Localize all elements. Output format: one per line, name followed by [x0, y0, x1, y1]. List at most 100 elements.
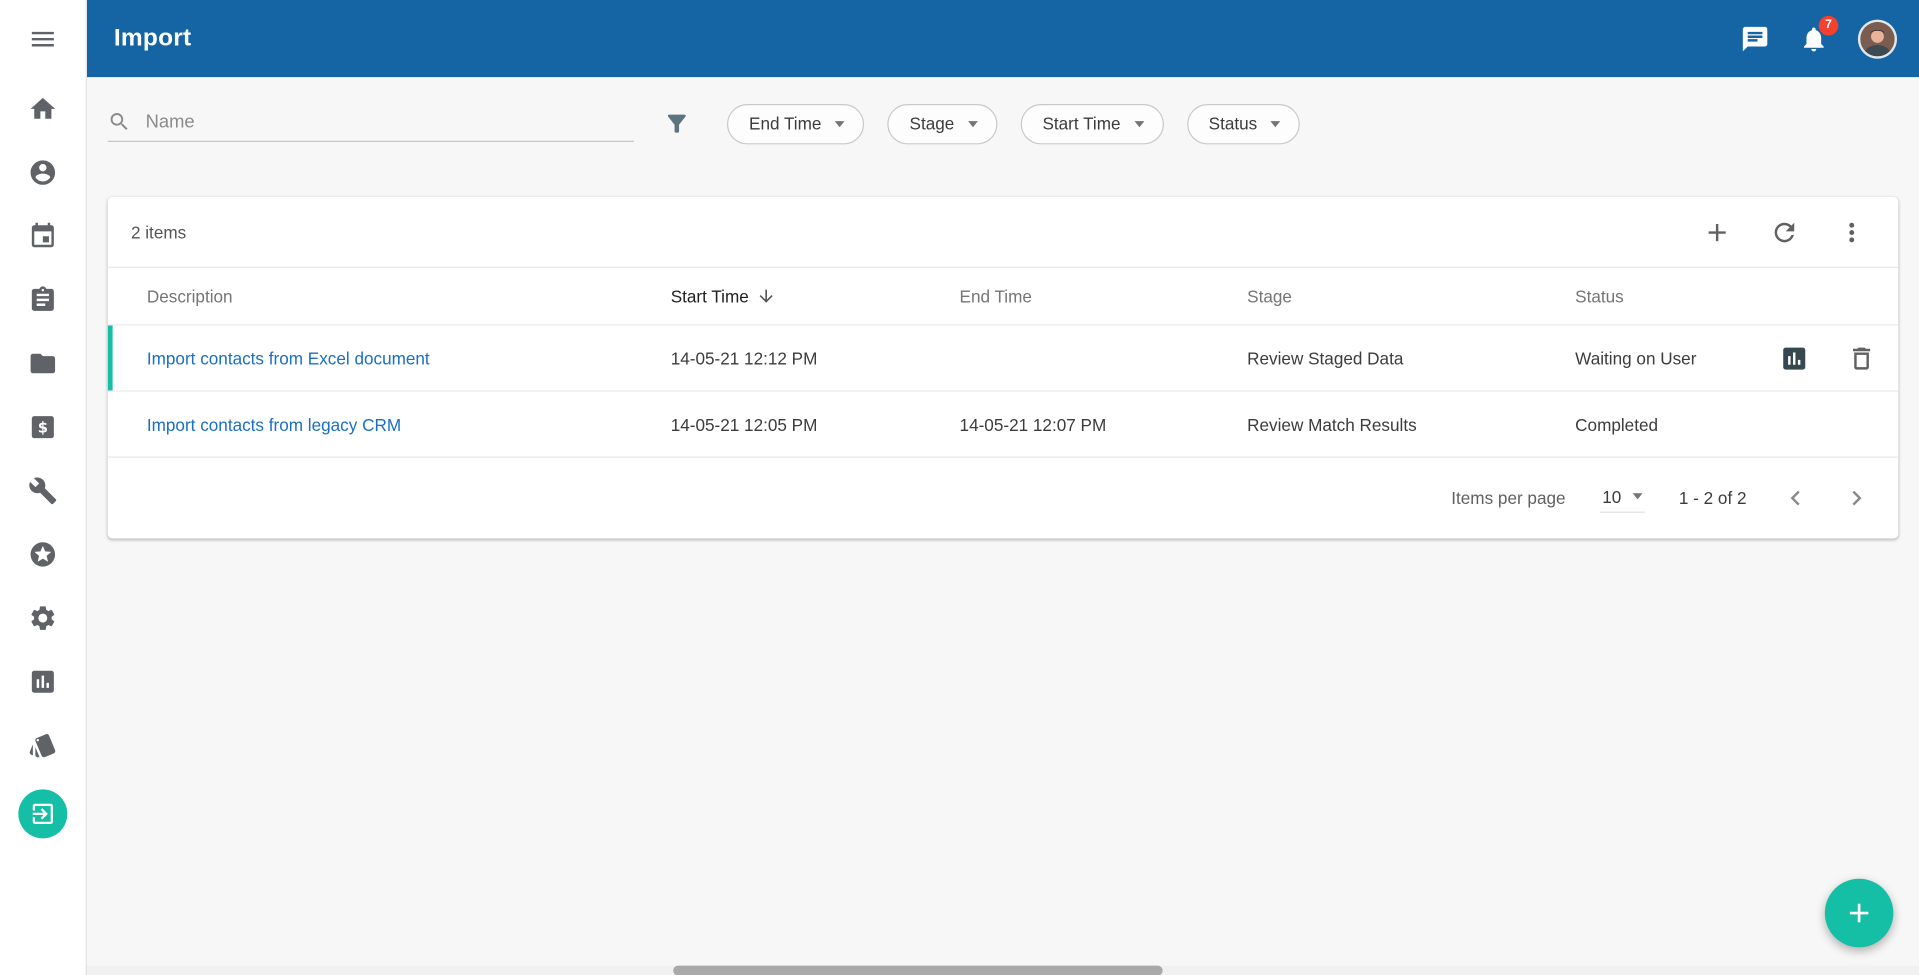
sidebar-item-payments[interactable]: $ [0, 395, 86, 459]
avatar-image [1860, 21, 1894, 55]
main-area: Import 7 [87, 0, 1919, 975]
next-page-button[interactable] [1842, 483, 1871, 512]
card-toolbar: 2 items [108, 197, 1899, 267]
plus-icon [1843, 897, 1875, 929]
chevron-down-icon [835, 121, 845, 127]
pagination-nav [1781, 483, 1872, 512]
search-icon [108, 110, 131, 133]
more-options-button[interactable] [1837, 217, 1866, 246]
app-window: $ Im [0, 0, 1919, 975]
refresh-icon [1770, 217, 1799, 246]
table-row[interactable]: Import contacts from legacy CRM 14-05-21… [108, 392, 1899, 458]
items-count: 2 items [131, 222, 186, 242]
sidebar-item-settings[interactable] [0, 586, 86, 650]
tasks-icon [28, 285, 57, 314]
chevron-down-icon [1134, 121, 1144, 127]
wrench-icon [28, 476, 57, 505]
filter-chips: End Time Stage Start Time Status [727, 103, 1300, 143]
chat-button[interactable] [1740, 24, 1769, 53]
toolbar-actions [1702, 217, 1866, 246]
chat-icon [1740, 24, 1769, 53]
pagination-range: 1 - 2 of 2 [1679, 488, 1747, 508]
gear-icon [28, 603, 57, 632]
folder-icon [28, 349, 57, 378]
row-description-link[interactable]: Import contacts from legacy CRM [147, 414, 671, 434]
sidebar-item-tasks[interactable] [0, 268, 86, 332]
page-size-value: 10 [1602, 487, 1621, 507]
sidebar-item-reports[interactable] [0, 650, 86, 714]
menu-button[interactable] [0, 0, 86, 77]
tags-icon [28, 731, 57, 760]
kebab-icon [1837, 217, 1866, 246]
table-row[interactable]: Import contacts from Excel document 14-0… [108, 326, 1899, 392]
column-header-end-time[interactable]: End Time [960, 286, 1248, 306]
row-status: Waiting on User [1575, 348, 1754, 368]
notifications-button[interactable]: 7 [1799, 24, 1828, 53]
selected-row-accent [108, 326, 113, 391]
chevron-down-icon [1271, 121, 1281, 127]
chart-icon [1780, 343, 1809, 372]
search-input[interactable] [143, 110, 634, 133]
column-label: Start Time [671, 286, 749, 306]
sidebar-item-tools[interactable] [0, 459, 86, 523]
sidebar-item-documents[interactable] [0, 332, 86, 396]
horizontal-scrollbar [0, 966, 1919, 975]
sidebar-item-tags[interactable] [0, 714, 86, 778]
chip-label: Stage [910, 114, 955, 134]
sidebar-item-home[interactable] [0, 77, 86, 141]
bar-chart-icon [28, 667, 57, 696]
items-per-page-label: Items per page [1451, 488, 1565, 508]
page-title: Import [114, 24, 192, 52]
sidebar-item-import[interactable] [0, 782, 86, 846]
sort-descending-icon [756, 286, 776, 306]
row-start-time: 14-05-21 12:05 PM [671, 414, 960, 434]
chip-label: End Time [749, 114, 821, 134]
funnel-icon [663, 110, 690, 137]
calendar-icon [28, 222, 57, 251]
account-icon [28, 158, 57, 187]
pagination-bar: Items per page 10 1 - 2 of 2 [108, 458, 1899, 539]
add-item-button[interactable] [1702, 217, 1731, 246]
notification-badge: 7 [1819, 15, 1839, 35]
row-description-link[interactable]: Import contacts from Excel document [147, 348, 671, 368]
topbar-actions: 7 [1740, 19, 1897, 58]
view-results-button[interactable] [1780, 343, 1809, 372]
row-start-time: 14-05-21 12:12 PM [671, 348, 960, 368]
filter-chip-stage[interactable]: Stage [887, 103, 997, 143]
column-header-status[interactable]: Status [1575, 286, 1754, 306]
chevron-down-icon [1632, 493, 1642, 499]
menu-icon [28, 24, 57, 53]
svg-text:$: $ [38, 420, 48, 437]
column-header-stage[interactable]: Stage [1247, 286, 1575, 306]
filter-chip-start-time[interactable]: Start Time [1020, 103, 1163, 143]
chevron-right-icon [1842, 483, 1871, 512]
row-stage: Review Match Results [1247, 414, 1575, 434]
sidebar-item-favorites[interactable] [0, 523, 86, 587]
table-header: Description Start Time End Time Stage St… [108, 267, 1899, 326]
chevron-left-icon [1781, 483, 1810, 512]
user-avatar[interactable] [1858, 19, 1897, 58]
column-header-start-time[interactable]: Start Time [671, 286, 960, 306]
payments-icon: $ [28, 412, 57, 441]
row-end-time: 14-05-21 12:07 PM [960, 414, 1248, 434]
scrollbar-thumb[interactable] [673, 966, 1163, 975]
row-stage: Review Staged Data [1247, 348, 1575, 368]
sidebar-item-contacts[interactable] [0, 141, 86, 205]
previous-page-button[interactable] [1781, 483, 1810, 512]
filter-button[interactable] [658, 105, 695, 142]
column-header-description[interactable]: Description [147, 286, 671, 306]
plus-icon [1702, 217, 1731, 246]
chip-label: Start Time [1042, 114, 1120, 134]
refresh-button[interactable] [1770, 217, 1799, 246]
row-actions [1754, 343, 1898, 372]
add-fab[interactable] [1825, 879, 1894, 948]
page-size-select[interactable]: 10 [1600, 484, 1645, 512]
filter-chip-status[interactable]: Status [1187, 103, 1300, 143]
filter-chip-end-time[interactable]: End Time [727, 103, 864, 143]
app-root: $ Im [0, 0, 1919, 975]
chip-label: Status [1209, 114, 1258, 134]
sidebar-item-calendar[interactable] [0, 204, 86, 268]
chevron-down-icon [968, 121, 978, 127]
trash-icon [1847, 343, 1876, 372]
delete-button[interactable] [1847, 343, 1876, 372]
